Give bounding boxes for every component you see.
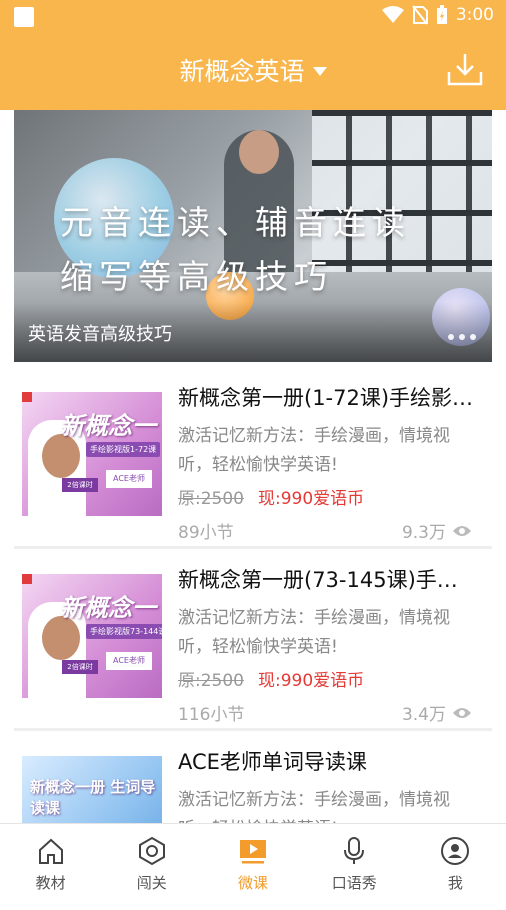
notification-icon: [14, 7, 34, 27]
user-icon: [441, 837, 470, 865]
course-item[interactable]: 新概念一 手绘影视版73-144课 2倍课时 ACE老师 新概念第一册(73-1…: [14, 548, 492, 731]
tab-label: 口语秀: [331, 874, 377, 892]
thumbnail-subtitle: 手绘影视版1-72课: [86, 442, 161, 457]
video-icon: [240, 840, 266, 864]
original-price: 原:2500: [178, 489, 244, 509]
page-dot: [459, 334, 465, 340]
banner-caption: 英语发音高级技巧: [28, 324, 172, 345]
banner-pagination[interactable]: [448, 334, 476, 340]
flag-icon: [22, 574, 32, 584]
banner-headline-2: 缩写等高级技巧: [60, 257, 333, 296]
course-title: 新概念第一册(1-72课)手绘影视版: [178, 386, 478, 410]
thumbnail-badge: 2倍课时: [62, 660, 98, 674]
tab-me[interactable]: 我: [405, 824, 506, 901]
tab-label: 微课: [238, 874, 269, 892]
wifi-icon: [381, 6, 404, 23]
download-icon[interactable]: [446, 50, 484, 88]
tab-textbook[interactable]: 教材: [0, 824, 101, 901]
course-thumbnail: 新概念一 手绘影视版1-72课 2倍课时 ACE老师: [22, 392, 162, 516]
flag-icon: [22, 392, 32, 402]
page-dot: [448, 334, 454, 340]
battery-icon: [436, 5, 447, 24]
tab-label: 闯关: [136, 874, 167, 892]
tab-micro-course[interactable]: 微课: [202, 824, 303, 901]
current-price: 现:990爱语币: [258, 671, 365, 691]
view-count-value: 3.4万: [401, 705, 446, 725]
thumbnail-subtitle: 手绘影视版73-144课: [86, 624, 162, 639]
status-time: 3:00: [455, 5, 494, 25]
top-bar: 3:00 新概念英语: [0, 0, 506, 110]
thumbnail-title: 新概念一: [60, 594, 156, 622]
thumbnail-title: 新概念一册 生词导读课: [30, 778, 156, 817]
course-title: ACE老师单词导读课: [178, 750, 367, 774]
current-price: 现:990爱语币: [258, 489, 365, 509]
caret-down-icon: [312, 66, 327, 76]
course-meta: 116小节 3.4万: [178, 700, 472, 725]
course-description: 激活记忆新方法：手绘漫画，情境视听，轻松愉快学英语!: [178, 426, 450, 475]
course-category-selector[interactable]: 新概念英语: [0, 52, 506, 88]
status-bar: 3:00: [0, 0, 506, 34]
lesson-count: 89小节: [178, 523, 234, 543]
course-price: 原:2500 现:990爱语币: [178, 484, 364, 509]
no-sim-icon: [412, 5, 428, 25]
course-description: 激活记忆新方法：手绘漫画，情境视听，轻松愉快学英语!: [178, 608, 450, 657]
course-price: 原:2500 现:990爱语币: [178, 666, 364, 691]
tab-challenge[interactable]: 闯关: [101, 824, 202, 901]
tab-label: 我: [447, 874, 463, 892]
course-meta: 89小节 9.3万: [178, 518, 472, 543]
status-icons: 3:00: [381, 5, 494, 25]
banner-headline-1: 元音连读、辅音连读: [60, 203, 411, 242]
original-price: 原:2500: [178, 671, 244, 691]
eye-icon: [453, 525, 471, 536]
microphone-icon: [344, 837, 365, 864]
page-dot: [470, 334, 476, 340]
course-thumbnail: 新概念一 手绘影视版73-144课 2倍课时 ACE老师: [22, 574, 162, 698]
header-title: 新概念英语: [179, 57, 305, 86]
eye-icon: [453, 707, 471, 718]
thumbnail-title: 新概念一: [60, 412, 156, 440]
banner-person-head: [239, 130, 279, 174]
view-count-value: 9.3万: [401, 523, 446, 543]
tab-label: 教材: [35, 874, 66, 892]
bottom-tab-bar: 教材 闯关 微课 口语秀 我: [0, 823, 506, 901]
view-count: 9.3万: [402, 518, 472, 543]
view-count: 3.4万: [402, 700, 472, 725]
course-title: 新概念第一册(73-145课)手绘影视版: [178, 568, 478, 592]
thumbnail-teacher-tag: ACE老师: [106, 470, 152, 488]
lesson-count: 116小节: [178, 705, 245, 725]
thumbnail-teacher-tag: ACE老师: [106, 652, 152, 670]
course-item[interactable]: 新概念一 手绘影视版1-72课 2倍课时 ACE老师 新概念第一册(1-72课)…: [14, 366, 492, 549]
badge-icon: [138, 836, 165, 866]
promo-banner[interactable]: 元音连读、辅音连读 缩写等高级技巧 英语发音高级技巧: [14, 110, 492, 362]
tab-speaking-show[interactable]: 口语秀: [304, 824, 405, 901]
thumbnail-badge: 2倍课时: [62, 478, 98, 492]
home-icon: [38, 838, 63, 864]
